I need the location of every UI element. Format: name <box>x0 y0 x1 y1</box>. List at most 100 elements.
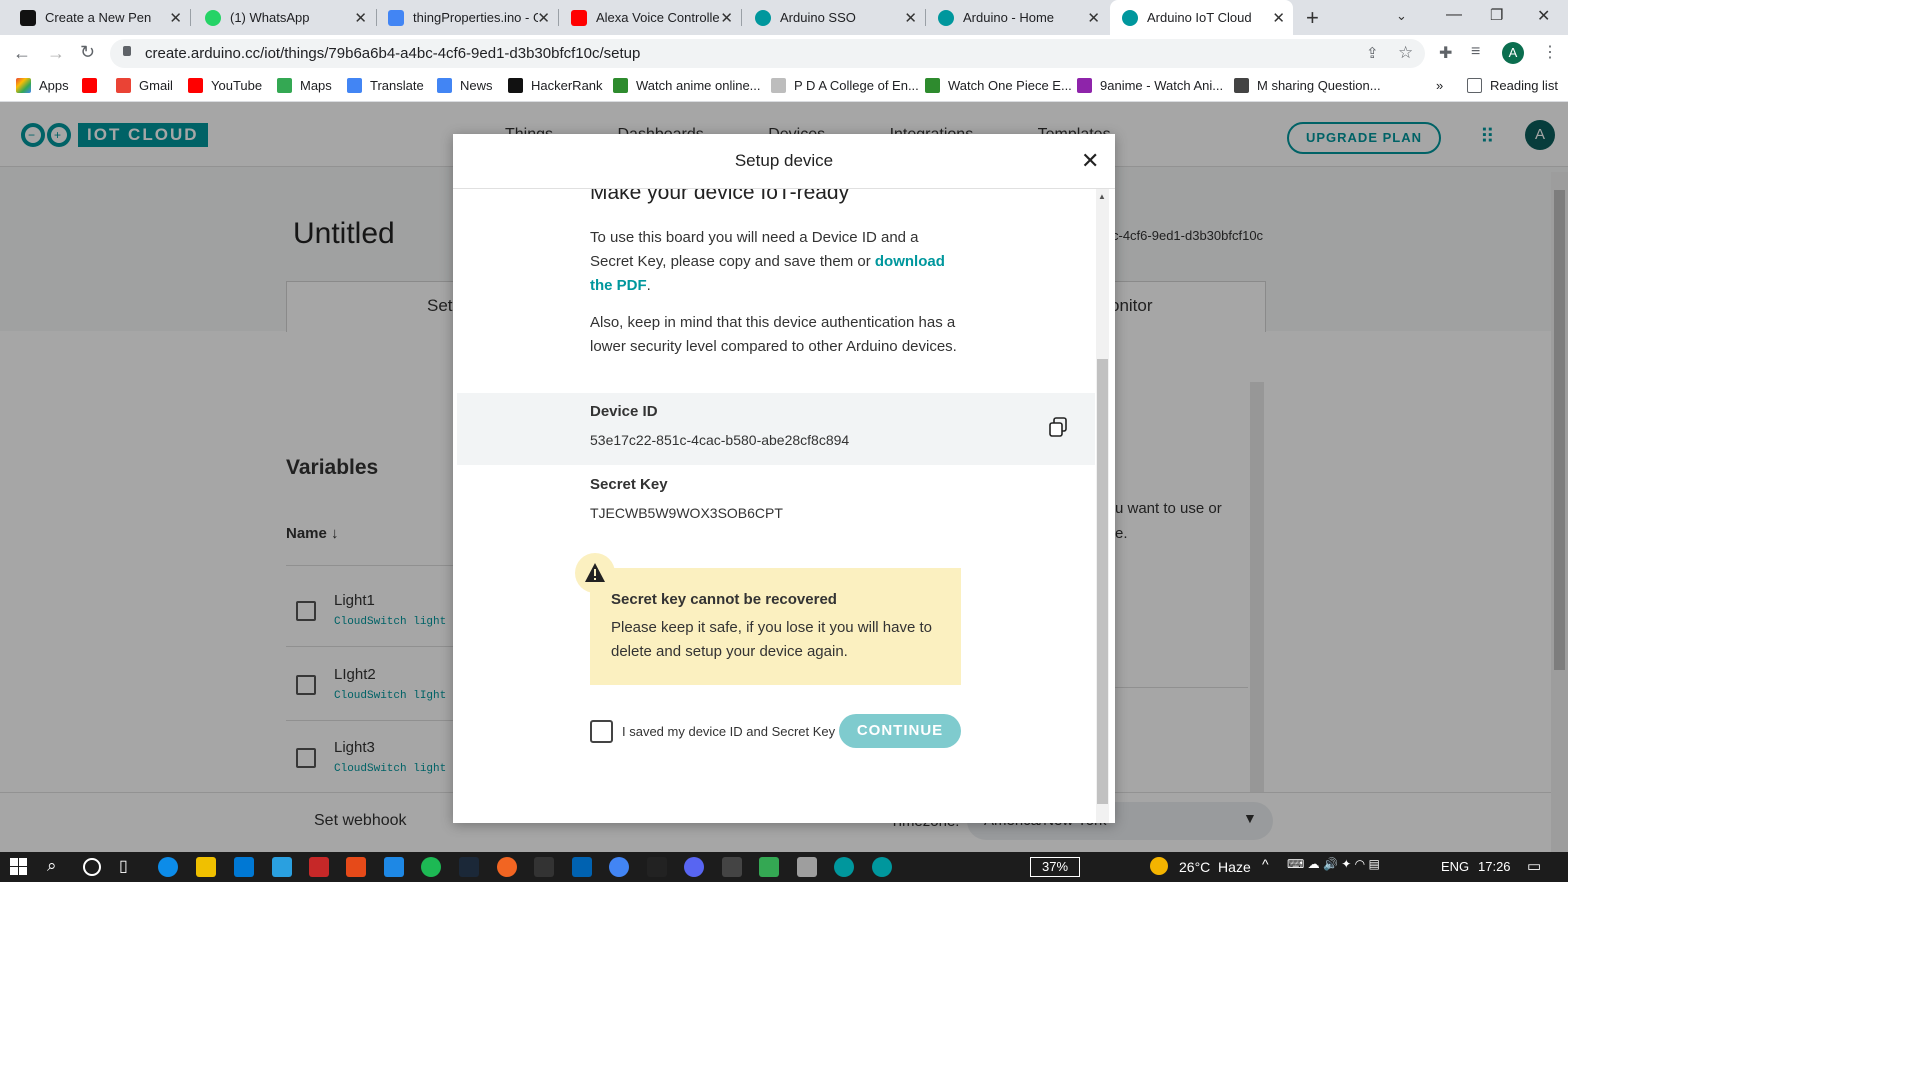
bookmark-youtube-icon-only[interactable] <box>82 78 105 93</box>
profile-avatar[interactable]: A <box>1502 42 1524 64</box>
arduino-icon <box>938 9 954 26</box>
media-icon[interactable]: ≡ <box>1471 43 1480 61</box>
bookmark-maps[interactable]: Maps <box>277 78 332 93</box>
drive-icon[interactable] <box>759 857 779 877</box>
warning-icon <box>585 563 605 582</box>
copy-icon[interactable] <box>1049 417 1067 437</box>
arduino-icon[interactable] <box>872 857 892 877</box>
dialog-scrollbar-thumb[interactable] <box>1097 359 1108 804</box>
origin-icon[interactable] <box>497 857 517 877</box>
dialog-scrollbar[interactable]: ▲ <box>1096 189 1109 823</box>
epic-games-icon[interactable] <box>534 857 554 877</box>
saved-confirm-checkbox[interactable] <box>590 720 613 743</box>
app-icon[interactable] <box>797 857 817 877</box>
browser-tab[interactable]: thingProperties.ino - G ✕ <box>368 0 558 35</box>
bookmark-youtube[interactable]: YouTube <box>188 78 262 93</box>
arduino-icon <box>1122 9 1138 26</box>
app-l-icon[interactable] <box>272 857 292 877</box>
news-icon <box>437 78 452 93</box>
minimize-icon[interactable]: — <box>1446 6 1462 24</box>
bookmark-translate[interactable]: Translate <box>347 78 424 93</box>
bookmark-questions[interactable]: M sharing Question... <box>1234 78 1381 93</box>
saved-confirm-label[interactable]: I saved my device ID and Secret Key <box>622 724 835 739</box>
bookmark-college[interactable]: P D A College of En... <box>771 78 919 93</box>
task-view-icon[interactable]: ▯ <box>119 856 128 876</box>
shield-icon <box>613 78 628 93</box>
youtube-icon <box>188 78 203 93</box>
lock-icon[interactable] <box>123 46 131 56</box>
url-text[interactable]: create.arduino.cc/iot/things/79b6a6b4-a4… <box>145 45 640 62</box>
chrome-icon[interactable] <box>609 857 629 877</box>
share-icon[interactable]: ⇪ <box>1366 44 1379 62</box>
app-icon[interactable] <box>647 857 667 877</box>
tab-search-icon[interactable]: ⌄ <box>1396 8 1407 24</box>
weather-text[interactable]: 26°C Haze <box>1179 859 1251 875</box>
discord-icon[interactable] <box>684 857 704 877</box>
bookmarks-more[interactable]: » <box>1436 78 1443 93</box>
bookmark-gmail[interactable]: Gmail <box>116 78 173 93</box>
close-tab-icon[interactable]: ✕ <box>904 9 917 27</box>
secret-key-value: TJECWB5W9WOX3SOB6CPT <box>590 505 783 521</box>
menu-dots-icon[interactable]: ⋮ <box>1542 42 1558 62</box>
browser-tab-active[interactable]: Arduino IoT Cloud ✕ <box>1110 0 1293 35</box>
office-icon[interactable] <box>346 857 366 877</box>
close-tab-icon[interactable]: ✕ <box>1272 9 1285 27</box>
edge-icon[interactable] <box>158 857 178 877</box>
mcafee-icon[interactable] <box>309 857 329 877</box>
forward-icon[interactable]: → <box>47 43 65 64</box>
browser-tab[interactable]: Create a New Pen ✕ <box>0 0 190 35</box>
restore-icon[interactable]: ❐ <box>1490 6 1503 24</box>
security-note: Also, keep in mind that this device auth… <box>590 314 957 355</box>
scroll-up-icon[interactable]: ▲ <box>1098 192 1106 201</box>
bookmark-news[interactable]: News <box>437 78 493 93</box>
spotify-icon[interactable] <box>421 857 441 877</box>
bookmark-star-icon[interactable]: ☆ <box>1398 43 1413 63</box>
cortana-icon[interactable] <box>83 858 101 876</box>
browser-tab[interactable]: Alexa Voice Controlle ✕ <box>551 0 741 35</box>
notifications-icon[interactable]: ▭ <box>1527 857 1541 875</box>
language-indicator[interactable]: ENG <box>1441 859 1469 874</box>
search-icon[interactable]: ⌕ <box>47 856 57 876</box>
reload-icon[interactable]: ↻ <box>80 42 95 63</box>
steam-icon[interactable] <box>459 857 479 877</box>
tab-strip: Create a New Pen ✕ (1) WhatsApp ✕ thingP… <box>0 0 1568 35</box>
close-icon[interactable]: ✕ <box>1081 148 1099 174</box>
close-tab-icon[interactable]: ✕ <box>720 9 733 27</box>
close-tab-icon[interactable]: ✕ <box>537 9 550 27</box>
close-window-icon[interactable]: ✕ <box>1537 6 1550 26</box>
store-icon[interactable] <box>234 857 254 877</box>
tab-title: Arduino IoT Cloud <box>1147 10 1252 25</box>
mail-icon[interactable] <box>384 857 404 877</box>
app-icon[interactable] <box>572 857 592 877</box>
bookmark-hackerrank[interactable]: HackerRank <box>508 78 603 93</box>
warning-icon-badge <box>575 553 615 593</box>
warning-text: Please keep it safe, if you lose it you … <box>611 619 933 660</box>
arduino-icon[interactable] <box>834 857 854 877</box>
back-icon[interactable]: ← <box>13 43 31 64</box>
close-tab-icon[interactable]: ✕ <box>1087 9 1100 27</box>
reading-list-icon <box>1467 78 1482 93</box>
browser-tab[interactable]: (1) WhatsApp ✕ <box>185 0 375 35</box>
chevron-up-icon[interactable]: ^ <box>1262 856 1269 872</box>
new-tab-icon[interactable]: + <box>1306 5 1319 31</box>
continue-button[interactable]: CONTINUE <box>839 714 961 748</box>
file-explorer-icon[interactable] <box>196 857 216 877</box>
browser-tab[interactable]: Arduino SSO ✕ <box>735 0 925 35</box>
bookmark-9anime[interactable]: 9anime - Watch Ani... <box>1077 78 1223 93</box>
bookmark-anime[interactable]: Watch anime online... <box>613 78 761 93</box>
clock[interactable]: 17:26 <box>1478 859 1511 874</box>
college-icon <box>771 78 786 93</box>
browser-tab[interactable]: Arduino - Home ✕ <box>918 0 1108 35</box>
play-icon <box>1077 78 1092 93</box>
windows-start-icon[interactable] <box>10 858 27 875</box>
bookmark-apps[interactable]: Apps <box>16 78 69 93</box>
app-icon[interactable] <box>722 857 742 877</box>
close-tab-icon[interactable]: ✕ <box>354 9 367 27</box>
bookmark-onepiece[interactable]: Watch One Piece E... <box>925 78 1072 93</box>
close-tab-icon[interactable]: ✕ <box>169 9 182 27</box>
tab-title: Arduino - Home <box>963 10 1055 25</box>
reading-list[interactable]: Reading list <box>1467 78 1558 93</box>
extensions-icon[interactable]: ✚ <box>1439 43 1452 63</box>
tray-icons[interactable]: ⌨ ☁ 🔊 ✦ ◠ ▤ <box>1287 857 1380 871</box>
battery-indicator[interactable]: 37% <box>1030 857 1080 877</box>
